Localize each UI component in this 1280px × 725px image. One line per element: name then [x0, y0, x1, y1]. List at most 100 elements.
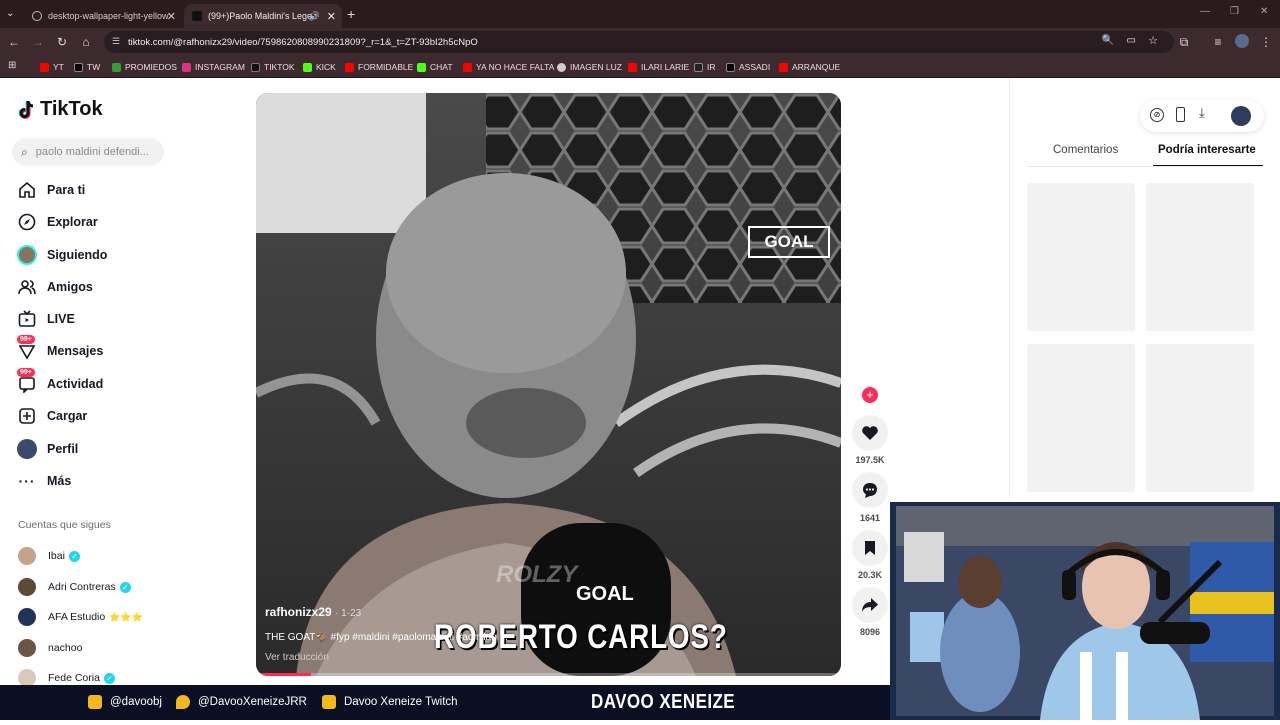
address-bar[interactable]: ☰ tiktok.com/@rafhonizx29/video/75986208… [104, 31, 1174, 53]
profile-avatar-icon[interactable] [1234, 34, 1250, 50]
video-author[interactable]: rafhonizx29 [265, 605, 332, 619]
nav-label: Amigos [47, 280, 93, 294]
nav-explorar[interactable]: Explorar [17, 210, 98, 234]
new-tab-button[interactable]: + [347, 6, 355, 22]
nav-mensajes[interactable]: 99+ Mensajes [17, 335, 103, 363]
followed-account[interactable]: Adri Contreras ✓ [18, 577, 131, 597]
tiktok-favicon-icon [192, 11, 202, 21]
followed-account[interactable]: nachoo [18, 638, 82, 658]
suggested-video-placeholder[interactable] [1146, 344, 1254, 492]
close-tab-icon[interactable]: ✕ [167, 10, 176, 23]
bookmark-item[interactable]: PROMIEDOS [112, 60, 177, 74]
verified-icon: ✓ [68, 550, 80, 562]
followed-account[interactable]: AFA Estudio ⭐⭐⭐ [18, 607, 143, 627]
bookmark-item[interactable]: FORMIDABLE [345, 60, 413, 74]
save-button[interactable] [852, 530, 888, 566]
bookmark-item[interactable]: INSTAGRAM [182, 60, 245, 74]
bookmark-item[interactable]: ARRANQUE [779, 60, 840, 74]
tab-podria-interesarte[interactable]: Podría interesarte [1158, 144, 1256, 156]
bookmark-item[interactable]: KICK [303, 60, 336, 74]
nav-mas[interactable]: ··· Más [17, 469, 72, 493]
reading-list-icon[interactable]: ≡ [1210, 34, 1226, 50]
speaker-icon[interactable]: 🔊 [309, 11, 320, 22]
bookmark-item[interactable]: ILARI LARIE [628, 60, 689, 74]
follow-plus-button[interactable]: + [862, 387, 878, 403]
home-icon[interactable]: ⌂ [78, 34, 94, 50]
video-player[interactable]: GOAL GOAL ROLZY ROBERTO CARLOS? [256, 93, 841, 676]
suggested-video-placeholder[interactable] [1027, 183, 1135, 331]
nav-amigos[interactable]: Amigos [17, 275, 93, 299]
bookmark-item[interactable]: IR [694, 60, 716, 74]
bookmark-item[interactable]: TW [74, 60, 100, 74]
bookmark-icon [865, 541, 875, 555]
nav-live[interactable]: LIVE [17, 307, 75, 331]
overlay-text: Davoo Xeneize Twitch [344, 696, 458, 708]
bookmark-item[interactable]: CHAT [417, 60, 453, 74]
zoom-icon[interactable]: 🔍 [1102, 35, 1114, 46]
heart-icon [862, 426, 878, 440]
inbox-icon: 99+ [17, 335, 37, 361]
compass-icon [17, 212, 37, 232]
live-tv-icon [17, 309, 37, 329]
tab-comentarios[interactable]: Comentarios [1053, 144, 1118, 156]
phone-icon[interactable] [1176, 107, 1185, 122]
bookmark-label: ILARI LARIE [641, 62, 690, 72]
tab-title: (99+)Paolo Maldini's Legen [208, 11, 318, 21]
bookmark-label: ASSADI [739, 62, 771, 72]
browser-tab[interactable]: desktop-wallpaper-light-yellow ✕ [24, 4, 182, 28]
minimize-window-icon[interactable]: — [1200, 6, 1210, 17]
nav-label: Explorar [47, 215, 98, 229]
coin-icon[interactable]: ⊘ [1150, 108, 1164, 122]
bookmark-item[interactable]: YT [40, 60, 64, 74]
download-icon[interactable]: ⤓ [1199, 105, 1205, 121]
nav-cargar[interactable]: Cargar [17, 404, 87, 428]
back-icon[interactable]: ← [6, 34, 22, 50]
nav-para-ti[interactable]: Para ti [17, 178, 85, 202]
tiktok-logo[interactable]: TikTok [18, 98, 103, 121]
bookmark-star-icon[interactable]: ☆ [1148, 34, 1158, 47]
video-progress-bar[interactable] [256, 673, 841, 676]
like-button[interactable] [852, 415, 888, 451]
nav-actividad[interactable]: 99+ Actividad [17, 368, 103, 396]
browser-menu-icon[interactable]: ⋮ [1258, 34, 1274, 50]
share-button[interactable] [852, 587, 888, 623]
bookmark-item[interactable]: ASSADI [726, 60, 770, 74]
nav-siguiendo[interactable]: Siguiendo [17, 243, 107, 267]
activity-icon: 99+ [17, 368, 37, 394]
notification-badge: 99+ [17, 335, 35, 344]
suggested-video-placeholder[interactable] [1146, 183, 1254, 331]
extensions-icon[interactable]: ⧉ [1176, 34, 1192, 50]
following-section-title: Cuentas que sigues [18, 519, 111, 531]
suggested-video-placeholder[interactable] [1027, 344, 1135, 492]
stars-icon: ⭐⭐⭐ [109, 611, 143, 622]
translate-link[interactable]: Ver traducción [265, 652, 508, 663]
followed-account[interactable]: Ibai ✓ [18, 546, 80, 566]
nav-perfil[interactable]: Perfil [17, 437, 78, 461]
restore-window-icon[interactable]: ❐ [1230, 6, 1239, 17]
bookmark-item[interactable]: YA NO HACE FALTA [463, 60, 554, 74]
comment-button[interactable] [852, 472, 888, 508]
profile-icon [17, 439, 37, 459]
close-window-icon[interactable]: ✕ [1260, 6, 1268, 17]
tab-list-chevron-icon[interactable]: ⌄ [6, 8, 20, 22]
bookmark-label: TW [87, 62, 101, 72]
verified-icon: ✓ [119, 581, 131, 593]
x-twitter-icon [726, 62, 735, 72]
browser-tab-bar: ⌄ desktop-wallpaper-light-yellow ✕ (99+)… [0, 0, 1280, 28]
link-icon [557, 62, 566, 72]
reload-icon[interactable]: ↻ [54, 34, 70, 50]
cast-icon[interactable]: ▭ [1127, 35, 1136, 46]
apps-grid-icon[interactable]: ⊞ [8, 60, 16, 71]
bookmark-item[interactable]: TIKTOK [251, 60, 295, 74]
browser-tab-active[interactable]: (99+)Paolo Maldini's Legen 🔊 ✕ [184, 4, 342, 28]
site-info-icon[interactable]: ☰ [112, 36, 120, 47]
user-avatar[interactable] [1231, 106, 1251, 126]
bookmarks-bar: ⊞ YT TW PROMIEDOS INSTAGRAM TIKTOK KICK … [0, 56, 1280, 78]
save-count: 20.3K [857, 570, 883, 580]
url-text: tiktok.com/@rafhonizx29/video/7598620808… [128, 36, 478, 48]
bookmark-item[interactable]: IMAGEN LUZ [557, 60, 622, 74]
search-placeholder: paolo maldini defendi... [35, 146, 149, 158]
search-input[interactable]: ⌕ paolo maldini defendi... [12, 138, 164, 166]
close-tab-icon[interactable]: ✕ [327, 10, 336, 23]
forward-icon[interactable]: → [30, 34, 46, 50]
